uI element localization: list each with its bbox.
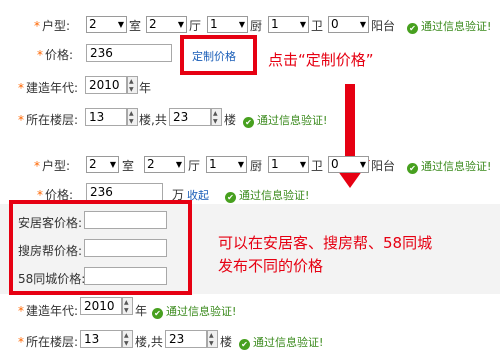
bathroom-select[interactable]: 1 ▼	[268, 156, 309, 173]
total-floor-input[interactable]: 23	[169, 108, 211, 126]
floor-unit: 楼	[224, 113, 237, 127]
check-icon: ✔	[407, 163, 418, 174]
build-year-input[interactable]: 2010	[80, 297, 122, 315]
balcony-select[interactable]: 0 ▼	[328, 16, 369, 33]
highlight-box	[180, 35, 257, 75]
floor-spinner[interactable]: ▲ ▼	[122, 330, 133, 348]
year-unit: 年	[139, 81, 152, 95]
room-unit: 厅	[188, 159, 201, 173]
room-unit: 阳台	[371, 19, 396, 33]
floor-spinner[interactable]: ▲ ▼	[127, 108, 138, 126]
balcony-select[interactable]: 0 ▼	[328, 156, 369, 173]
kitchen-select[interactable]: 1 ▼	[207, 16, 248, 33]
price-input[interactable]: 236	[86, 183, 163, 201]
down-arrow-icon	[330, 84, 370, 188]
verified-status: ✔ 通过信息验证!	[152, 303, 236, 319]
year-spinner[interactable]: ▲ ▼	[122, 297, 133, 315]
room-unit: 厅	[189, 19, 202, 33]
build-year-input[interactable]: 2010	[85, 76, 127, 94]
verified-status: ✔ 通过信息验证!	[239, 334, 323, 350]
livingroom-select[interactable]: 2 ▼	[144, 156, 185, 173]
price-label: * 价格:	[37, 48, 74, 62]
check-icon: ✔	[407, 23, 418, 34]
room-unit: 厨	[250, 19, 263, 33]
build-year-label: * 建造年代:	[18, 304, 79, 318]
room-unit: 室	[129, 19, 142, 33]
check-icon: ✔	[152, 308, 163, 319]
annotation-platforms-line1: 可以在安居客、搜房帮、58同城	[218, 234, 433, 252]
bathroom-select[interactable]: 1 ▼	[268, 16, 309, 33]
floor-mid-text: 楼,共	[135, 335, 163, 349]
highlight-box	[9, 200, 192, 295]
floor-input[interactable]: 13	[80, 330, 122, 348]
floor-input[interactable]: 13	[85, 108, 127, 126]
bedroom-select[interactable]: 2 ▼	[86, 16, 127, 33]
verified-status: ✔ 通过信息验证!	[407, 18, 491, 34]
room-unit: 卫	[311, 159, 324, 173]
floor-label: * 所在楼层:	[18, 113, 79, 127]
build-year-label: * 建造年代:	[18, 81, 79, 95]
floor-label: * 所在楼层:	[18, 335, 79, 349]
bedroom-select[interactable]: 2 ▼	[86, 156, 119, 173]
layout-label: * 户型:	[34, 19, 71, 33]
total-floor-spinner[interactable]: ▲ ▼	[207, 330, 218, 348]
price-input[interactable]: 236	[86, 44, 172, 62]
floor-unit: 楼	[220, 335, 233, 349]
check-icon: ✔	[239, 339, 250, 350]
room-unit: 室	[122, 159, 135, 173]
verified-status: ✔ 通过信息验证!	[225, 187, 309, 203]
year-spinner[interactable]: ▲ ▼	[127, 76, 138, 94]
year-unit: 年	[135, 304, 148, 318]
check-icon: ✔	[243, 117, 254, 128]
layout-label: * 户型:	[34, 159, 71, 173]
kitchen-select[interactable]: 1 ▼	[206, 156, 247, 173]
room-unit: 卫	[311, 19, 324, 33]
room-unit: 阳台	[371, 159, 396, 173]
check-icon: ✔	[225, 192, 236, 203]
room-unit: 厨	[250, 159, 263, 173]
floor-mid-text: 楼,共	[139, 113, 167, 127]
verified-status: ✔ 通过信息验证!	[407, 158, 491, 174]
annotation-platforms-line2: 发布不同的价格	[218, 257, 324, 275]
livingroom-select[interactable]: 2 ▼	[146, 16, 187, 33]
total-floor-spinner[interactable]: ▲ ▼	[211, 108, 222, 126]
annotation-click: 点击“定制价格”	[268, 51, 374, 69]
verified-status: ✔ 通过信息验证!	[243, 112, 327, 128]
total-floor-input[interactable]: 23	[165, 330, 207, 348]
